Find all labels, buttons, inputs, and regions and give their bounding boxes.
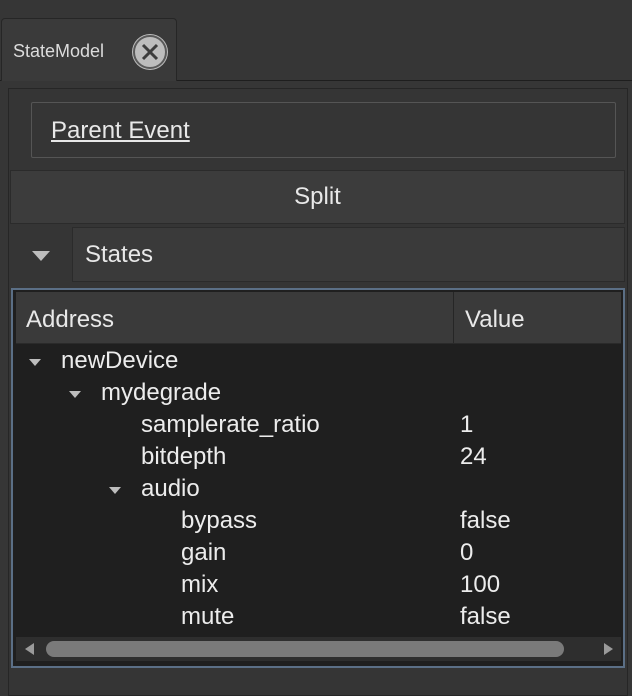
states-collapse-icon[interactable]: [30, 248, 52, 264]
row-address: mix: [181, 571, 219, 598]
row-address: samplerate_ratio: [141, 411, 320, 438]
split-button[interactable]: Split: [10, 170, 625, 224]
state-tree-view[interactable]: Address Value newDevice mydegrade samplera…: [11, 288, 625, 668]
column-divider[interactable]: [453, 292, 454, 343]
row-address: mute: [181, 603, 235, 630]
row-value: 0: [460, 539, 474, 566]
row-value: 24: [460, 443, 487, 470]
row-address: audio: [141, 475, 200, 502]
column-header-address[interactable]: Address: [26, 306, 114, 334]
states-header[interactable]: States: [72, 227, 625, 282]
tree-header: Address Value: [16, 292, 621, 344]
parent-event-link[interactable]: Parent Event: [51, 117, 190, 145]
tab-label: StateModel: [13, 41, 105, 61]
tree-row[interactable]: newDevice: [13, 343, 621, 375]
expand-arrow-icon[interactable]: [29, 354, 41, 366]
scrollbar-thumb[interactable]: [46, 641, 564, 657]
row-address: newDevice: [61, 347, 179, 374]
tree-row[interactable]: mydegrade: [13, 375, 621, 407]
row-address: mydegrade: [101, 379, 222, 406]
row-value: 100: [460, 571, 501, 598]
row-address: bypass: [181, 507, 258, 534]
tree-row[interactable]: mix 100: [13, 567, 621, 599]
row-value: 1: [460, 411, 474, 438]
horizontal-scrollbar[interactable]: [16, 637, 621, 661]
tab-bar: StateModel: [0, 0, 632, 81]
row-address: bitdepth: [141, 443, 227, 470]
tree-row[interactable]: mute false: [13, 599, 621, 631]
expand-arrow-icon[interactable]: [109, 482, 121, 494]
close-icon[interactable]: [132, 34, 168, 70]
expand-arrow-icon[interactable]: [69, 386, 81, 398]
row-value: false: [460, 603, 511, 630]
tree-row[interactable]: samplerate_ratio 1: [13, 407, 621, 439]
scroll-left-icon[interactable]: [22, 641, 38, 657]
scroll-right-icon[interactable]: [600, 641, 616, 657]
row-address: gain: [181, 539, 227, 566]
tree-row[interactable]: bypass false: [13, 503, 621, 535]
states-label: States: [85, 241, 154, 268]
row-value: false: [460, 507, 511, 534]
tree-row[interactable]: bitdepth 24: [13, 439, 621, 471]
column-header-value[interactable]: Value: [465, 306, 525, 334]
parent-event-box: Parent Event: [31, 102, 616, 158]
tab-statemodel[interactable]: StateModel: [1, 18, 177, 81]
tree-row[interactable]: gain 0: [13, 535, 621, 567]
tree-row[interactable]: audio: [13, 471, 621, 503]
